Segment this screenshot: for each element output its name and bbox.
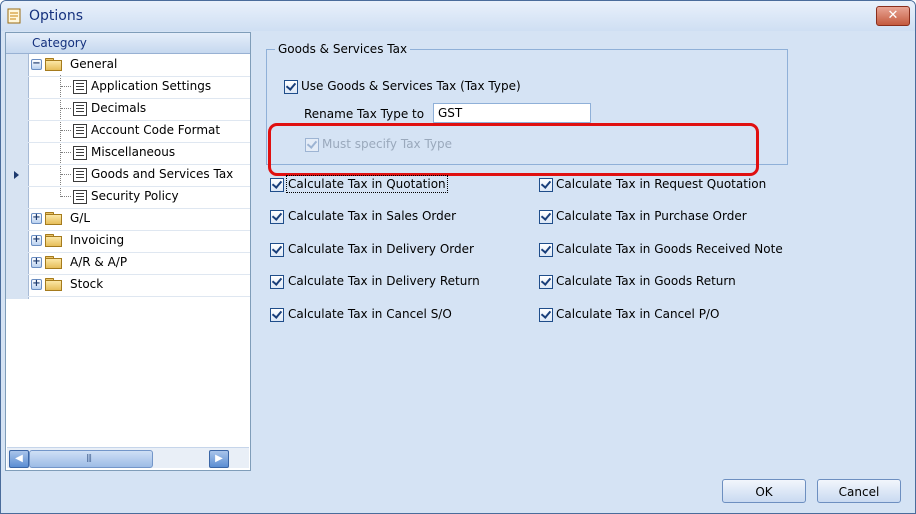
scroll-grip: ||| — [86, 453, 92, 462]
expand-icon[interactable]: + — [31, 235, 42, 246]
calc-tax-delivery-return-label: Calculate Tax in Delivery Return — [288, 274, 480, 288]
calc-tax-cancel-so-checkbox[interactable] — [270, 308, 284, 322]
calc-tax-delivery-order-checkbox[interactable] — [270, 243, 284, 257]
tree-node-gl[interactable]: + G/L — [28, 208, 250, 231]
settings-page-icon — [73, 146, 87, 160]
expand-icon[interactable]: + — [31, 279, 42, 290]
tree-node-label: Miscellaneous — [91, 145, 176, 159]
close-button[interactable]: ✕ — [876, 6, 910, 26]
tree-node-label: A/R & A/P — [70, 255, 128, 269]
scroll-left-icon[interactable]: ◀ — [9, 450, 29, 468]
horizontal-scrollbar[interactable]: ◀ ||| ▶ — [7, 447, 249, 468]
settings-page-icon — [73, 80, 87, 94]
tree-node-security-policy[interactable]: Security Policy — [28, 186, 250, 209]
settings-page-icon — [73, 102, 87, 116]
ok-button[interactable]: OK — [722, 479, 806, 503]
tree-node-label: Application Settings — [91, 79, 212, 93]
tree-node-label: Goods and Services Tax — [91, 167, 234, 181]
tree-node-application-settings[interactable]: Application Settings — [28, 76, 250, 99]
calc-tax-delivery-return-checkbox[interactable] — [270, 275, 284, 289]
folder-icon — [45, 234, 62, 247]
tree-node-label: G/L — [70, 211, 91, 225]
category-tree[interactable]: Category − General Application Settings … — [5, 32, 251, 471]
rename-tax-type-label: Rename Tax Type to — [304, 107, 425, 121]
expand-icon[interactable]: + — [31, 257, 42, 268]
rename-tax-type-input[interactable] — [433, 103, 591, 123]
tree-node-label: Stock — [70, 277, 104, 291]
settings-page-icon — [73, 124, 87, 138]
tree-node-label: Invoicing — [70, 233, 125, 247]
folder-icon — [45, 256, 62, 269]
gst-settings-panel: Goods & Services Tax Use Goods & Service… — [253, 32, 913, 469]
scroll-right-icon[interactable]: ▶ — [209, 450, 229, 468]
calc-tax-request-quotation-label: Calculate Tax in Request Quotation — [556, 177, 767, 191]
tree-node-ar-ap[interactable]: + A/R & A/P — [28, 252, 250, 275]
tree-node-miscellaneous[interactable]: Miscellaneous — [28, 142, 250, 165]
tree-node-label: General — [70, 57, 118, 71]
collapse-icon[interactable]: − — [31, 59, 42, 70]
annotation-highlight — [268, 123, 759, 176]
options-window: Options ✕ Category − General Application… — [0, 0, 916, 514]
tree-node-decimals[interactable]: Decimals — [28, 98, 250, 121]
tree-node-label: Security Policy — [91, 189, 179, 203]
window-title: Options — [29, 8, 84, 24]
scroll-thumb[interactable]: ||| — [29, 450, 153, 468]
folder-icon — [45, 58, 62, 71]
use-gst-checkbox[interactable] — [284, 80, 298, 94]
gst-group-title: Goods & Services Tax — [275, 42, 411, 56]
tree-row-header-column — [6, 33, 29, 299]
options-app-icon — [7, 8, 21, 24]
calc-tax-sales-order-label: Calculate Tax in Sales Order — [288, 209, 457, 223]
calc-tax-goods-return-checkbox[interactable] — [539, 275, 553, 289]
category-header-label: Category — [32, 36, 87, 50]
row-selector-icon — [14, 171, 19, 179]
calc-tax-goods-return-label: Calculate Tax in Goods Return — [556, 274, 736, 288]
calc-tax-quotation-checkbox[interactable] — [270, 178, 284, 192]
calc-tax-cancel-so-label: Calculate Tax in Cancel S/O — [288, 307, 452, 321]
use-gst-label: Use Goods & Services Tax (Tax Type) — [301, 79, 521, 93]
calc-tax-cancel-po-label: Calculate Tax in Cancel P/O — [556, 307, 720, 321]
calc-tax-quotation-label: Calculate Tax in Quotation — [286, 175, 448, 193]
title-bar: Options ✕ — [1, 1, 915, 31]
calc-tax-purchase-order-checkbox[interactable] — [539, 210, 553, 224]
tree-node-label: Account Code Format — [91, 123, 221, 137]
settings-page-icon — [73, 168, 87, 182]
calc-tax-goods-received-note-checkbox[interactable] — [539, 243, 553, 257]
calc-tax-delivery-order-label: Calculate Tax in Delivery Order — [288, 242, 474, 256]
calc-tax-sales-order-checkbox[interactable] — [270, 210, 284, 224]
tree-node-account-code-format[interactable]: Account Code Format — [28, 120, 250, 143]
calc-tax-goods-received-note-label: Calculate Tax in Goods Received Note — [556, 242, 783, 256]
close-icon: ✕ — [887, 8, 899, 23]
folder-icon — [45, 278, 62, 291]
category-header[interactable]: Category — [6, 33, 250, 54]
tree-node-invoicing[interactable]: + Invoicing — [28, 230, 250, 253]
tree-node-stock[interactable]: + Stock — [28, 274, 250, 297]
tree-node-label: Decimals — [91, 101, 147, 115]
calc-tax-request-quotation-checkbox[interactable] — [539, 178, 553, 192]
tree-node-general[interactable]: − General — [28, 54, 250, 77]
settings-page-icon — [73, 190, 87, 204]
folder-icon — [45, 212, 62, 225]
calc-tax-cancel-po-checkbox[interactable] — [539, 308, 553, 322]
expand-icon[interactable]: + — [31, 213, 42, 224]
cancel-button[interactable]: Cancel — [817, 479, 901, 503]
tree-node-goods-and-services-tax[interactable]: Goods and Services Tax — [28, 164, 250, 187]
calc-tax-purchase-order-label: Calculate Tax in Purchase Order — [556, 209, 747, 223]
